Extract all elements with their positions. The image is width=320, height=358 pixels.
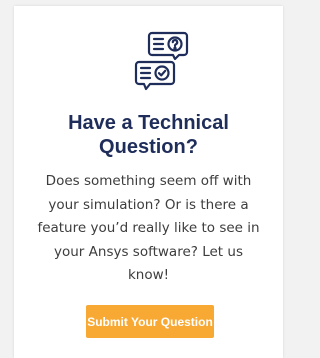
card-title-line: Question? (99, 136, 198, 158)
description-line: Does something seem off with (45, 173, 252, 189)
card-title: Have a Technical Question? (14, 111, 283, 159)
description-line: your simulation? Or is there a (48, 196, 249, 213)
chat-question-check-icon (131, 30, 191, 94)
description-line: your Ansys software? Let us (54, 243, 243, 260)
description-line: know! (127, 267, 170, 283)
submit-question-button[interactable]: Submit Your Question (86, 305, 214, 338)
technical-question-card: Have a Technical Question? Does somethin… (14, 6, 283, 358)
card-title-line: Have a Technical (68, 112, 229, 134)
description-line: feature you’d really like to see in (37, 220, 260, 236)
card-description: Does something seem off with your simula… (14, 170, 283, 288)
